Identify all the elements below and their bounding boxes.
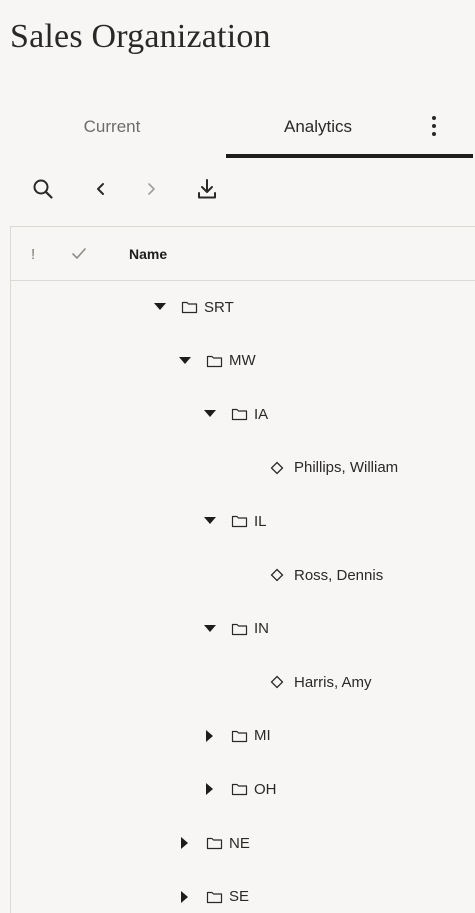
chevron-left-icon bbox=[97, 183, 104, 195]
tab-analytics[interactable]: Analytics bbox=[228, 100, 408, 154]
folder-icon bbox=[231, 513, 249, 529]
tree-row-person[interactable]: Phillips, William bbox=[270, 448, 398, 488]
column-header-name[interactable]: Name bbox=[129, 227, 167, 281]
tree-row-label: Harris, Amy bbox=[294, 673, 372, 691]
folder-icon bbox=[206, 353, 224, 369]
tree-row-label: OH bbox=[254, 780, 277, 798]
check-icon bbox=[72, 248, 86, 259]
table-header: ! Name bbox=[11, 227, 475, 281]
toolbar bbox=[0, 172, 475, 208]
chevron-right-icon bbox=[148, 183, 155, 195]
folder-icon bbox=[231, 621, 249, 637]
column-header-status bbox=[71, 227, 95, 281]
diamond-icon bbox=[270, 567, 288, 583]
tree-row-label: IL bbox=[254, 512, 267, 530]
tree-row-label: MW bbox=[229, 352, 256, 370]
tab-bar: Current Analytics bbox=[0, 100, 475, 158]
caret-down-icon[interactable] bbox=[153, 300, 167, 314]
caret-down-icon[interactable] bbox=[203, 514, 217, 528]
search-button[interactable] bbox=[28, 174, 58, 204]
folder-icon bbox=[231, 781, 249, 797]
tree-row-label: NE bbox=[229, 834, 250, 852]
download-button[interactable] bbox=[192, 174, 222, 204]
more-vertical-icon bbox=[432, 116, 436, 136]
tree-row-folder[interactable]: NE bbox=[178, 823, 250, 863]
search-icon bbox=[33, 179, 53, 199]
tree-row-label: IA bbox=[254, 405, 269, 423]
tree-row-person[interactable]: Ross, Dennis bbox=[270, 555, 383, 595]
folder-icon bbox=[181, 299, 199, 315]
caret-down-icon[interactable] bbox=[203, 622, 217, 636]
tree-row-person[interactable]: Harris, Amy bbox=[270, 662, 372, 702]
hierarchy-table: ! Name SRT MW IA Phillips, William IL Ross, D… bbox=[10, 226, 475, 913]
next-button[interactable] bbox=[136, 174, 166, 204]
folder-icon bbox=[231, 728, 249, 744]
more-options-button[interactable] bbox=[420, 108, 448, 144]
tree-row-label: MI bbox=[254, 727, 271, 745]
tree-row-label: SRT bbox=[204, 298, 234, 316]
column-header-error: ! bbox=[31, 245, 36, 263]
tree-row-folder[interactable]: OH bbox=[203, 769, 277, 809]
tree-row-folder[interactable]: SRT bbox=[153, 287, 234, 327]
sales-organization-panel: Sales Organization Current Analytics ! N… bbox=[0, 0, 475, 913]
diamond-icon bbox=[270, 460, 288, 476]
tree-row-label: SE bbox=[229, 888, 250, 906]
caret-down-icon[interactable] bbox=[203, 407, 217, 421]
tab-current[interactable]: Current bbox=[32, 100, 192, 154]
caret-right-icon[interactable] bbox=[178, 836, 192, 850]
tree-row-folder[interactable]: IA bbox=[203, 394, 268, 434]
caret-right-icon[interactable] bbox=[203, 729, 217, 743]
tree-row-folder[interactable]: IL bbox=[203, 501, 267, 541]
diamond-icon bbox=[270, 674, 288, 690]
download-icon bbox=[198, 179, 216, 199]
previous-button[interactable] bbox=[86, 174, 116, 204]
tree-row-folder[interactable]: MI bbox=[203, 716, 271, 756]
tree-row-label: IN bbox=[254, 620, 269, 638]
caret-right-icon[interactable] bbox=[203, 782, 217, 796]
active-tab-indicator bbox=[226, 154, 473, 158]
tree-row-label: Ross, Dennis bbox=[294, 566, 384, 584]
tree-row-folder[interactable]: MW bbox=[178, 341, 256, 381]
tree-row-folder[interactable]: IN bbox=[203, 609, 269, 649]
page-title: Sales Organization bbox=[10, 18, 271, 55]
folder-icon bbox=[206, 889, 224, 905]
tree-row-folder[interactable]: SE bbox=[178, 877, 249, 913]
folder-icon bbox=[231, 406, 249, 422]
caret-down-icon[interactable] bbox=[178, 354, 192, 368]
tree-row-label: Phillips, William bbox=[294, 459, 399, 477]
caret-right-icon[interactable] bbox=[178, 890, 192, 904]
folder-icon bbox=[206, 835, 224, 851]
